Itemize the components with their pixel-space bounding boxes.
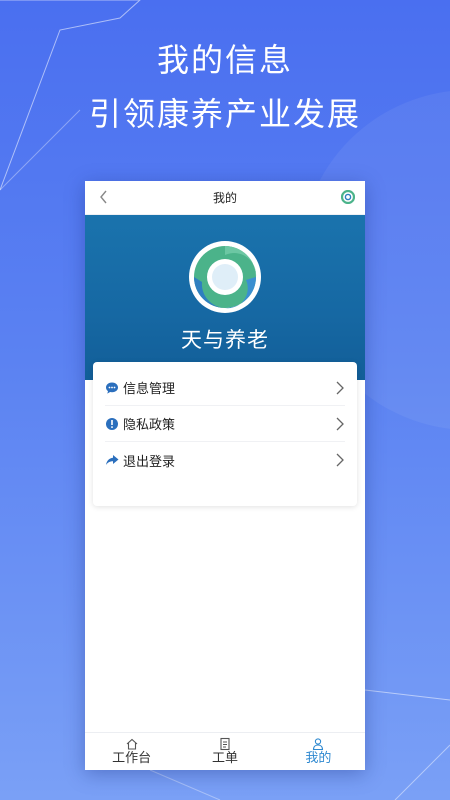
tab-mine[interactable]: 我的 bbox=[272, 733, 365, 770]
menu-item-privacy-policy[interactable]: 隐私政策 bbox=[105, 406, 345, 442]
chat-bubble-icon bbox=[105, 381, 119, 395]
chevron-left-icon bbox=[100, 190, 107, 204]
tab-workbench[interactable]: 工作台 bbox=[85, 733, 178, 770]
tab-label: 我的 bbox=[305, 751, 332, 766]
nav-bar: 我的 bbox=[85, 181, 365, 215]
home-icon bbox=[126, 738, 138, 750]
app-logo-icon[interactable] bbox=[341, 190, 355, 204]
phone-screen: 我的 天与养老 信息管理 隐私政策 退出登录 工作台 工单 我的 bbox=[85, 181, 365, 770]
brand-logo-icon bbox=[189, 241, 261, 313]
tab-label: 工单 bbox=[211, 751, 238, 766]
document-icon bbox=[220, 737, 230, 751]
page-title: 我的 bbox=[212, 191, 237, 205]
menu-item-label: 退出登录 bbox=[123, 454, 176, 470]
promo-title: 我的信息 bbox=[156, 41, 293, 79]
menu-item-info-management[interactable]: 信息管理 bbox=[105, 370, 345, 406]
brand-name: 天与养老 bbox=[181, 328, 269, 352]
menu-card: 信息管理 隐私政策 退出登录 bbox=[93, 362, 357, 506]
promo-subtitle: 引领康养产业发展 bbox=[88, 95, 361, 133]
promo-headline: 我的信息 引领康养产业发展 bbox=[0, 40, 450, 134]
tab-work-orders[interactable]: 工单 bbox=[178, 733, 271, 770]
menu-item-logout[interactable]: 退出登录 bbox=[105, 442, 345, 478]
chevron-right-icon bbox=[336, 453, 344, 467]
bottom-tab-bar: 工作台 工单 我的 bbox=[85, 732, 365, 770]
menu-item-label: 隐私政策 bbox=[123, 418, 176, 433]
info-alert-icon bbox=[105, 417, 119, 431]
chevron-right-icon bbox=[336, 417, 344, 431]
menu-item-label: 信息管理 bbox=[123, 382, 176, 397]
user-icon bbox=[313, 738, 324, 751]
profile-banner: 天与养老 bbox=[85, 215, 365, 380]
tab-label: 工作台 bbox=[112, 751, 152, 766]
share-arrow-icon bbox=[105, 453, 119, 467]
back-button[interactable] bbox=[95, 188, 113, 206]
chevron-right-icon bbox=[336, 381, 344, 395]
